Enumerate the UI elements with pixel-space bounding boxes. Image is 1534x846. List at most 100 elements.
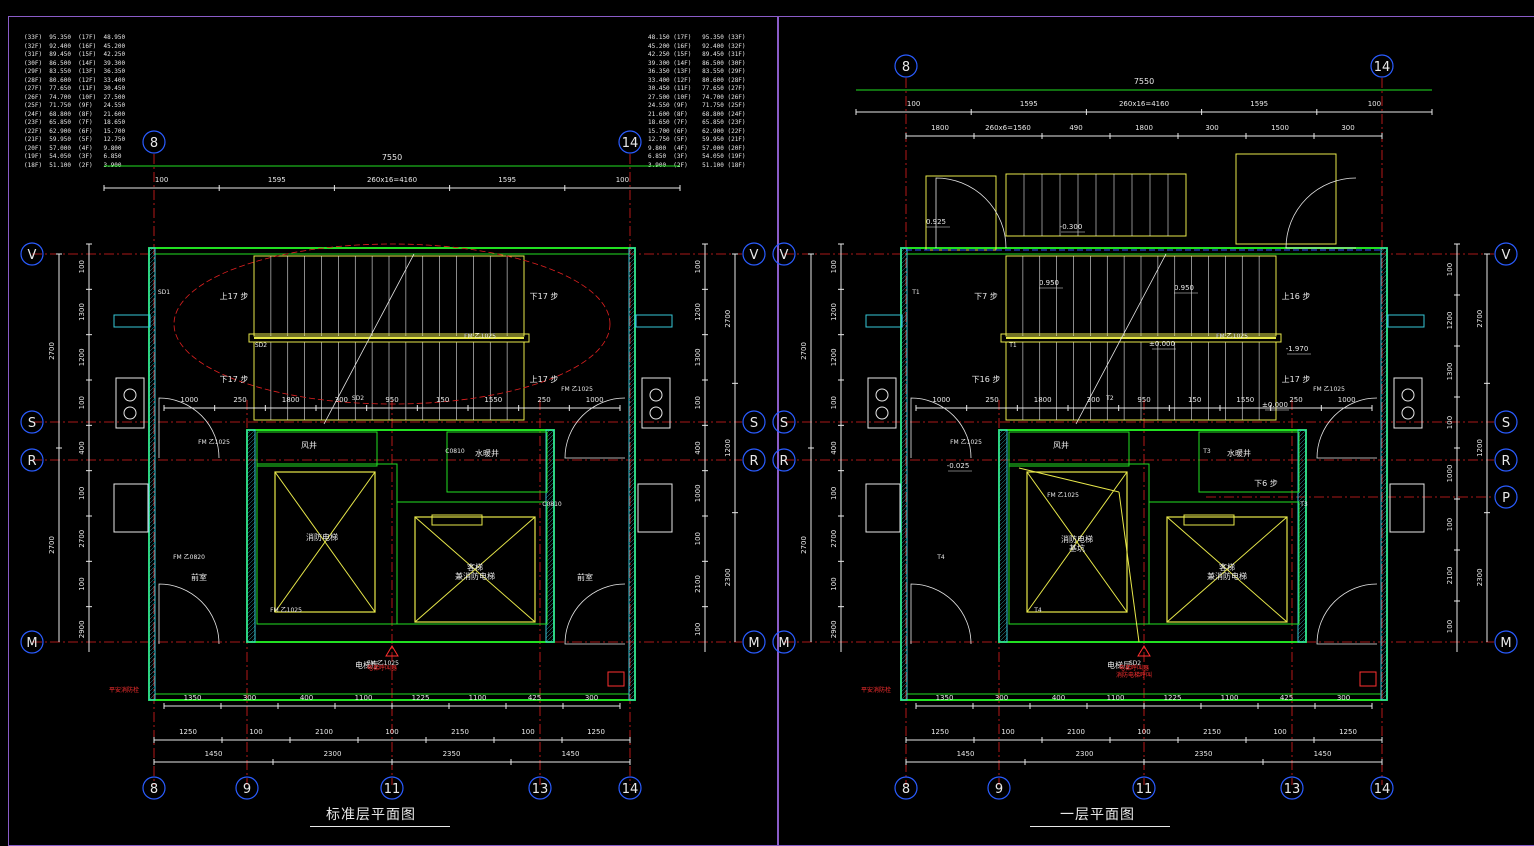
- door-swing: [158, 583, 220, 645]
- core-hatch-hatch: [998, 609, 1008, 619]
- bottom-dim-2: 100: [385, 728, 398, 736]
- core-hatch-hatch: [998, 445, 1008, 455]
- air-conditioner-right: [641, 377, 671, 429]
- right-dim: 100: [694, 396, 702, 409]
- side-unit-right: [637, 483, 673, 533]
- left-dim: 1200: [830, 303, 838, 321]
- tag-label: FM 乙1025: [1047, 492, 1079, 499]
- left-total-dim: 2700: [48, 536, 56, 554]
- bottom-dim-2: 1250: [587, 728, 605, 736]
- left-total-dim: 2700: [48, 342, 56, 360]
- top-dim-2: 300: [1341, 124, 1354, 132]
- core-hatch-hatch: [246, 557, 256, 567]
- mid-dim: 250: [233, 396, 246, 404]
- bottom-dim-2: 2150: [451, 728, 469, 736]
- mid-dim: 300: [335, 396, 348, 404]
- left-dim: 2700: [78, 530, 86, 548]
- core-hatch-hatch: [998, 477, 1008, 487]
- bottom-dim-1: 1100: [355, 694, 373, 702]
- core-hatch-hatch: [998, 509, 1008, 519]
- pipe-shaft: [1198, 431, 1300, 493]
- right-dim: 1200: [694, 303, 702, 321]
- core-hatch-hatch: [998, 569, 1008, 579]
- bottom-dim-1: 400: [1052, 694, 1065, 702]
- level-mark: ±0.000: [1149, 340, 1175, 348]
- core-hatch-hatch: [998, 621, 1008, 631]
- stair-step-label: 上17 步: [530, 375, 559, 384]
- level-mark: 0.950: [1039, 279, 1059, 287]
- cad-drawing-canvas[interactable]: 8 14 8 9 11 13 14 V V S S R R M M 7550 100 1595 260x16=416…: [0, 0, 1534, 840]
- tag-label: T2: [1105, 395, 1114, 402]
- room-label: 基坑: [1069, 543, 1085, 553]
- valve-icon: [1401, 388, 1415, 402]
- core-hatch-hatch: [998, 549, 1008, 559]
- grid-bubble-left-label: S: [780, 416, 788, 431]
- left-dim: 100: [830, 487, 838, 500]
- mid-dim: 300: [1087, 396, 1100, 404]
- red-label: 消防电梯呼叫: [1116, 671, 1152, 679]
- core-hatch-hatch: [998, 545, 1008, 555]
- grid-bubble-left-label: M: [778, 636, 789, 651]
- core-hatch-hatch: [545, 625, 555, 635]
- core-hatch-hatch: [246, 613, 256, 623]
- core-hatch-hatch: [246, 485, 256, 495]
- core-hatch-hatch: [998, 489, 1008, 499]
- grid-bubble-right-label: R: [1501, 454, 1510, 469]
- core-hatch-hatch: [246, 633, 256, 643]
- grid-bubble-bottom-label: 11: [384, 782, 401, 797]
- stair-step-label: 上16 步: [1282, 292, 1311, 301]
- bottom-dim-2: 1250: [179, 728, 197, 736]
- top-dim-2: 490: [1069, 124, 1082, 132]
- bottom-dim-2: 100: [1001, 728, 1014, 736]
- door-swing: [910, 397, 972, 459]
- top-dim: 100: [1368, 100, 1381, 108]
- room-label: 前室: [577, 572, 593, 582]
- grid-bubble-left-label: S: [28, 416, 36, 431]
- air-conditioner-left: [867, 377, 897, 429]
- grid-bubble-bottom-label: 13: [532, 782, 549, 797]
- core-hatch-hatch: [998, 553, 1008, 563]
- left-dim: 100: [78, 396, 86, 409]
- left-dim: 2700: [830, 530, 838, 548]
- plan-title-standard: 标准层平面图: [326, 807, 416, 823]
- tag-label: C0810: [445, 448, 465, 455]
- core-hatch-hatch: [998, 613, 1008, 623]
- grid-bubble-left-label: R: [27, 454, 36, 469]
- room-label: 消防电梯: [306, 532, 338, 542]
- core-hatch-hatch: [246, 437, 256, 447]
- tag-label: FM 乙1025: [561, 386, 593, 393]
- core-hatch-hatch: [998, 573, 1008, 583]
- core-hatch-hatch: [246, 441, 256, 451]
- core-hatch-hatch: [246, 469, 256, 479]
- bottom-dim-3: 2350: [1195, 750, 1213, 758]
- right-dim: 100: [694, 260, 702, 273]
- core-hatch-hatch: [246, 537, 256, 547]
- core-hatch-hatch: [246, 577, 256, 587]
- mid-dim: 950: [385, 396, 398, 404]
- grid-bubble-top-label: 14: [622, 136, 639, 151]
- entry-door-frame: [925, 175, 997, 251]
- right-dim: 100: [1446, 263, 1454, 276]
- right-dim: 2100: [1446, 567, 1454, 585]
- tag-label: FM 乙1025: [464, 333, 496, 340]
- core-hatch-hatch: [998, 493, 1008, 503]
- top-dim-2: 1800: [931, 124, 949, 132]
- side-ledge: [1387, 314, 1425, 328]
- tag-label: FM 乙1025: [198, 439, 230, 446]
- core-hatch-hatch: [545, 633, 555, 643]
- core-hatch-hatch: [998, 449, 1008, 459]
- mid-dim: 1800: [1034, 396, 1052, 404]
- mid-dim: 1550: [1236, 396, 1254, 404]
- core-hatch-hatch: [246, 433, 256, 443]
- core-hatch-hatch: [998, 605, 1008, 615]
- bottom-dim-2: 100: [521, 728, 534, 736]
- red-label: 电梯呼叫器: [367, 664, 397, 672]
- left-dim: 100: [830, 396, 838, 409]
- tag-label: FM 乙1025: [1216, 333, 1248, 340]
- core-hatch-hatch: [998, 433, 1008, 443]
- room-label: 水暖井: [475, 448, 499, 458]
- grid-bubble-right-label: V: [1502, 248, 1511, 263]
- red-label: 平安消防栓: [861, 686, 891, 694]
- grid-bubble-right-label: R: [749, 454, 758, 469]
- bottom-dim-2: 2150: [1203, 728, 1221, 736]
